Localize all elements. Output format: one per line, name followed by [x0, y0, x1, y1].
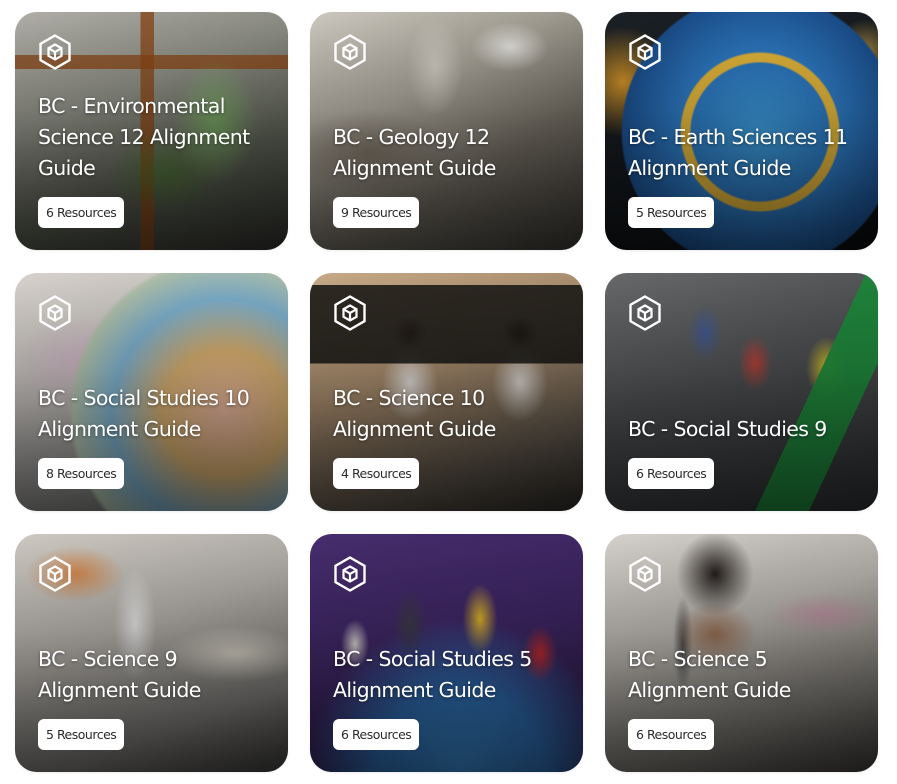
card-title: BC - Science 5 Alignment Guide: [628, 647, 791, 702]
resource-label: Resources: [351, 727, 412, 742]
resource-count-badge: 9 Resources: [333, 197, 420, 228]
resource-count: 5: [46, 727, 54, 742]
resource-count-badge: 5 Resources: [38, 719, 125, 750]
hexagon-cube-logo-icon: [38, 556, 72, 592]
card-title: BC - Social Studies 9: [628, 417, 827, 441]
hexagon-cube-logo-icon: [333, 295, 367, 331]
resource-count: 6: [341, 727, 349, 742]
card-title: BC - Social Studies 5 Alignment Guide: [333, 647, 532, 702]
hexagon-cube-logo-icon: [38, 34, 72, 70]
resource-count-badge: 5 Resources: [628, 197, 715, 228]
resource-label: Resources: [56, 727, 117, 742]
alignment-guide-grid: BC - Environmental Science 12 Alignment …: [15, 12, 878, 772]
card-title: BC - Geology 12 Alignment Guide: [333, 125, 496, 180]
resource-count-badge: 4 Resources: [333, 458, 420, 489]
guide-card[interactable]: BC - Science 10 Alignment Guide 4 Resour…: [310, 273, 583, 511]
guide-card[interactable]: BC - Science 9 Alignment Guide 5 Resourc…: [15, 534, 288, 772]
resource-count-badge: 6 Resources: [333, 719, 420, 750]
hexagon-cube-logo-icon: [38, 295, 72, 331]
resource-count: 6: [636, 727, 644, 742]
resource-label: Resources: [351, 205, 412, 220]
card-title: BC - Earth Sciences 11 Alignment Guide: [628, 125, 848, 180]
guide-card[interactable]: BC - Social Studies 9 6 Resources: [605, 273, 878, 511]
guide-card[interactable]: BC - Earth Sciences 11 Alignment Guide 5…: [605, 12, 878, 250]
guide-card[interactable]: BC - Science 5 Alignment Guide 6 Resourc…: [605, 534, 878, 772]
resource-count: 6: [46, 205, 54, 220]
guide-card[interactable]: BC - Social Studies 5 Alignment Guide 6 …: [310, 534, 583, 772]
guide-card[interactable]: BC - Environmental Science 12 Alignment …: [15, 12, 288, 250]
hexagon-cube-logo-icon: [333, 34, 367, 70]
resource-count-badge: 6 Resources: [38, 197, 125, 228]
guide-card[interactable]: BC - Geology 12 Alignment Guide 9 Resour…: [310, 12, 583, 250]
resource-label: Resources: [351, 466, 412, 481]
resource-label: Resources: [56, 466, 117, 481]
resource-label: Resources: [56, 205, 117, 220]
resource-label: Resources: [646, 466, 707, 481]
resource-count: 4: [341, 466, 349, 481]
card-title: BC - Environmental Science 12 Alignment …: [38, 94, 250, 180]
hexagon-cube-logo-icon: [628, 556, 662, 592]
resource-label: Resources: [646, 205, 707, 220]
hexagon-cube-logo-icon: [628, 34, 662, 70]
resource-count-badge: 6 Resources: [628, 719, 715, 750]
resource-label: Resources: [646, 727, 707, 742]
hexagon-cube-logo-icon: [628, 295, 662, 331]
resource-count-badge: 6 Resources: [628, 458, 715, 489]
resource-count: 9: [341, 205, 349, 220]
hexagon-cube-logo-icon: [333, 556, 367, 592]
card-title: BC - Social Studies 10 Alignment Guide: [38, 386, 250, 441]
resource-count: 5: [636, 205, 644, 220]
card-title: BC - Science 9 Alignment Guide: [38, 647, 201, 702]
resource-count-badge: 8 Resources: [38, 458, 125, 489]
resource-count: 6: [636, 466, 644, 481]
guide-card[interactable]: BC - Social Studies 10 Alignment Guide 8…: [15, 273, 288, 511]
card-title: BC - Science 10 Alignment Guide: [333, 386, 496, 441]
resource-count: 8: [46, 466, 54, 481]
